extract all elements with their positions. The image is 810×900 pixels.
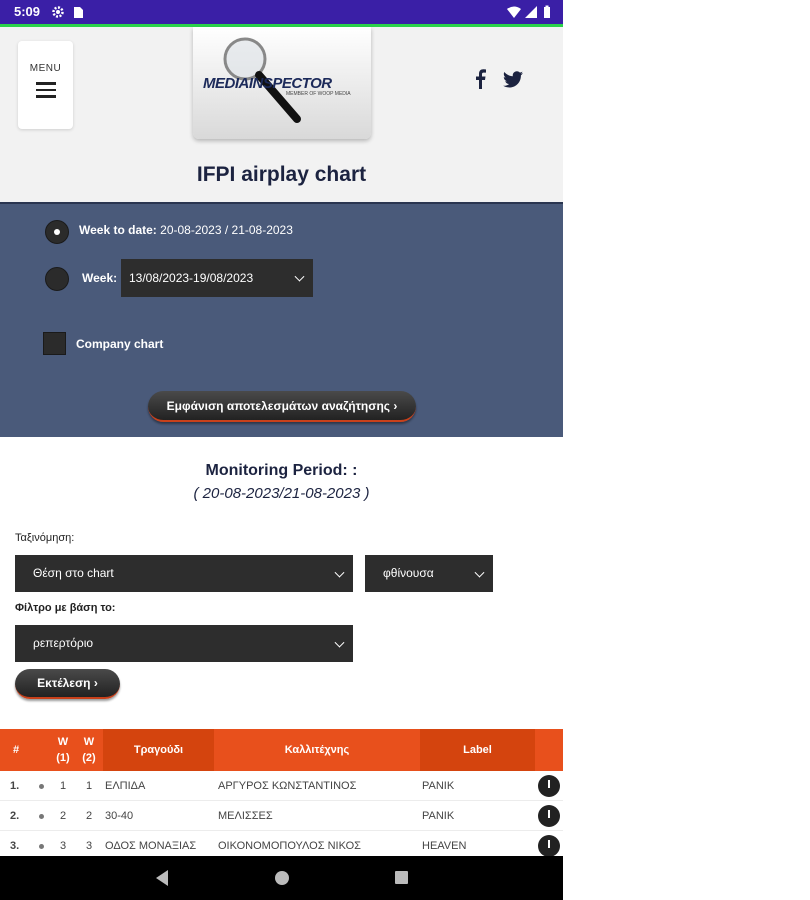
table-row[interactable]: 2. 2 2 30-40 ΜΕΛΙΣΣΕΣ PANIK bbox=[0, 801, 563, 831]
chevron-down-icon bbox=[334, 567, 345, 578]
history-icon bbox=[538, 805, 560, 827]
week-select-value: 13/08/2023-19/08/2023 bbox=[129, 271, 254, 285]
row-w2: 1 bbox=[85, 780, 93, 792]
navigation-bar bbox=[0, 856, 563, 900]
logo-text: MEDIAINSPECTOR bbox=[203, 75, 332, 92]
menu-label: MENU bbox=[29, 63, 62, 74]
week-label: Week: bbox=[82, 271, 118, 285]
company-chart-label: Company chart bbox=[76, 337, 164, 351]
chevron-down-icon bbox=[294, 271, 305, 282]
sort-label: Ταξινόμηση: bbox=[15, 532, 75, 544]
sort-by-value: Θέση στο chart bbox=[33, 566, 114, 580]
table-row[interactable]: 1. 1 1 ΕΛΠΙΔΑ ΑΡΓΥΡΟΣ ΚΩΝΣΤΑΝΤΙΝΟΣ PANIK bbox=[0, 771, 563, 801]
clock-icon[interactable] bbox=[535, 771, 563, 801]
app-screen: 5:09 MENU MEDIAINSPECTOR MEMBER OF WOOP … bbox=[0, 0, 563, 900]
row-w1: 2 bbox=[59, 810, 67, 822]
row-w1: 1 bbox=[59, 780, 67, 792]
week-to-date-value: 20-08-2023 / 21-08-2023 bbox=[160, 223, 293, 237]
week-radio[interactable] bbox=[45, 267, 69, 291]
hamburger-icon bbox=[35, 82, 56, 98]
bullet-icon bbox=[32, 771, 50, 801]
table-body: 1. 1 1 ΕΛΠΙΔΑ ΑΡΓΥΡΟΣ ΚΩΝΣΤΑΝΤΙΝΟΣ PANIK 2. 2 2 3… bbox=[0, 771, 563, 861]
row-label: PANIK bbox=[422, 810, 455, 822]
logo-subtext: MEMBER OF WOOP MEDIA bbox=[286, 91, 351, 97]
sort-order-value: φθίνουσα bbox=[383, 566, 434, 580]
table-header: # W (1) W (2) Τραγούδι Καλλιτέχνης Label bbox=[0, 729, 563, 771]
status-time: 5:09 bbox=[14, 4, 41, 19]
col-artist: Καλλιτέχνης bbox=[284, 744, 350, 756]
week-select[interactable]: 13/08/2023-19/08/2023 bbox=[121, 259, 313, 297]
execute-button[interactable]: Εκτέλεση › bbox=[15, 669, 120, 699]
col-w2: W (2) bbox=[82, 736, 96, 764]
row-artist: ΜΕΛΙΣΣΕΣ bbox=[218, 810, 273, 822]
clock-icon[interactable] bbox=[535, 801, 563, 831]
col-w1: W (1) bbox=[56, 736, 70, 764]
menu-button[interactable]: MENU bbox=[18, 41, 73, 129]
monitoring-title: Monitoring Period: : bbox=[205, 462, 358, 479]
page-title: IFPI airplay chart bbox=[196, 163, 367, 186]
chevron-down-icon bbox=[334, 637, 345, 648]
col-label: Label bbox=[420, 729, 535, 771]
week-to-date-radio[interactable] bbox=[45, 220, 69, 244]
home-icon[interactable] bbox=[275, 871, 289, 885]
wifi-icon bbox=[507, 6, 521, 18]
history-icon bbox=[538, 775, 560, 797]
col-song: Τραγούδι bbox=[103, 729, 214, 771]
media-inspector-logo[interactable]: MEDIAINSPECTOR MEMBER OF WOOP MEDIA bbox=[193, 27, 371, 139]
dot-icon bbox=[38, 813, 44, 819]
filter-panel: Week to date: 20-08-2023 / 21-08-2023 We… bbox=[0, 202, 563, 437]
status-bar: 5:09 bbox=[0, 0, 563, 27]
col-rank: # bbox=[12, 744, 20, 756]
facebook-icon[interactable] bbox=[474, 69, 486, 89]
row-rank: 2. bbox=[10, 810, 20, 822]
row-song: ΕΛΠΙΔΑ bbox=[105, 780, 146, 792]
sd-card-icon bbox=[74, 7, 83, 18]
week-to-date-text: Week to date: 20-08-2023 / 21-08-2023 bbox=[79, 223, 293, 237]
row-w2: 2 bbox=[85, 810, 93, 822]
sort-by-select[interactable]: Θέση στο chart bbox=[15, 555, 353, 592]
recents-icon[interactable] bbox=[395, 871, 408, 884]
dot-icon bbox=[38, 783, 44, 789]
row-artist: ΑΡΓΥΡΟΣ ΚΩΝΣΤΑΝΤΙΝΟΣ bbox=[218, 780, 357, 792]
twitter-icon[interactable] bbox=[503, 71, 523, 88]
app-header: MENU MEDIAINSPECTOR MEMBER OF WOOP MEDIA… bbox=[0, 27, 563, 202]
back-icon[interactable] bbox=[156, 870, 168, 886]
dot-icon bbox=[38, 843, 44, 849]
monitoring-dates: ( 20-08-2023/21-08-2023 ) bbox=[193, 485, 370, 502]
battery-icon bbox=[544, 5, 550, 18]
bullet-icon bbox=[32, 801, 50, 831]
row-rank: 1. bbox=[10, 780, 20, 792]
row-song: 30-40 bbox=[105, 810, 134, 822]
settings-icon bbox=[52, 6, 64, 18]
signal-icon bbox=[525, 6, 537, 18]
chart-table: # W (1) W (2) Τραγούδι Καλλιτέχνης Label… bbox=[0, 729, 563, 861]
show-results-button[interactable]: Εμφάνιση αποτελεσμάτων αναζήτησης › bbox=[148, 391, 416, 422]
row-label: PANIK bbox=[422, 780, 455, 792]
filter-select[interactable]: ρεπερτόριο bbox=[15, 625, 353, 662]
sort-order-select[interactable]: φθίνουσα bbox=[365, 555, 493, 592]
company-chart-checkbox[interactable] bbox=[43, 332, 66, 355]
filter-label: Φίλτρο με βάση το: bbox=[15, 602, 116, 614]
filter-value: ρεπερτόριο bbox=[33, 636, 94, 650]
week-to-date-label: Week to date: bbox=[79, 223, 157, 237]
history-icon bbox=[538, 835, 560, 857]
chevron-down-icon bbox=[474, 567, 485, 578]
